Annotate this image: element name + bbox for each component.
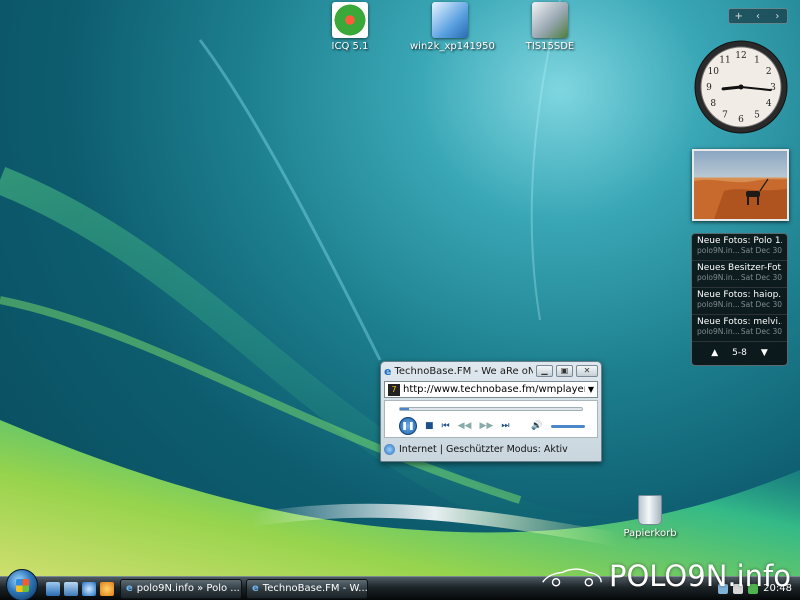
clock-numeral: 3 [770, 83, 776, 93]
setup-icon [532, 2, 568, 38]
desktop-icon-tis15sde[interactable]: TIS15SDE [510, 2, 590, 52]
dropdown-arrow-icon[interactable]: ▼ [588, 385, 594, 394]
feed-date: Sat Dec 30 [740, 327, 782, 336]
feed-date: Sat Dec 30 [740, 300, 782, 309]
site-favicon-icon: 7 [388, 383, 400, 396]
feed-item[interactable]: Neue Fotos: melvi... polo9N.in... Sat Dec… [692, 315, 787, 342]
start-button[interactable] [6, 568, 38, 600]
browser-window[interactable]: e TechnoBase.FM - We aRe oN... ▁ ▣ ✕ 7 h… [380, 361, 602, 462]
feed-source: polo9N.in... [697, 246, 740, 255]
task-label: TechnoBase.FM - W... [262, 583, 368, 594]
feed-source: polo9N.in... [697, 300, 740, 309]
feed-range: 5-8 [732, 348, 747, 358]
recycle-bin-icon [638, 495, 662, 525]
seek-bar[interactable] [399, 407, 583, 411]
installer-icon [432, 2, 468, 38]
fast-forward-button[interactable]: ▶▶ [479, 421, 493, 431]
pause-button[interactable]: ❚❚ [399, 417, 417, 435]
clock-numeral: 12 [735, 51, 746, 61]
slideshow-gadget[interactable] [692, 149, 789, 221]
feed-date: Sat Dec 30 [740, 273, 782, 282]
next-page-button[interactable]: › [768, 11, 787, 22]
feed-date: Sat Dec 30 [740, 246, 782, 255]
ie-icon: e [252, 583, 259, 594]
media-player-icon[interactable] [100, 581, 114, 596]
stop-button[interactable]: ■ [425, 421, 434, 431]
desktop-icon-label: TIS15SDE [525, 41, 575, 52]
clock-numeral: 10 [708, 67, 720, 77]
prev-page-button[interactable]: ‹ [748, 11, 767, 22]
recycle-bin[interactable]: Papierkorb [622, 495, 678, 539]
globe-icon [384, 443, 395, 455]
watermark-text: POLO9N.info [608, 559, 791, 593]
rewind-button[interactable]: ◀◀ [458, 421, 472, 431]
restore-button[interactable]: ▣ [556, 365, 573, 377]
seek-fill [400, 408, 410, 410]
slideshow-photo [694, 178, 787, 219]
volume-slider[interactable] [550, 424, 585, 428]
clock-numeral: 8 [710, 99, 716, 109]
car-logo-icon [542, 568, 602, 587]
ie-icon: e [126, 583, 133, 594]
desktop-icon-win2k[interactable]: win2k_xp141950 [410, 2, 495, 52]
clock-numeral: 11 [719, 55, 730, 65]
icq-flower-icon [332, 2, 368, 38]
taskbar-task-technobase[interactable]: e TechnoBase.FM - W... [246, 578, 368, 599]
feed-title: Neue Fotos: melvi... [697, 317, 782, 327]
clock-numeral: 6 [738, 115, 744, 125]
desktop-icon-label: ICQ 5.1 [331, 41, 369, 52]
clock-numeral: 4 [766, 99, 772, 109]
window-titlebar[interactable]: e TechnoBase.FM - We aRe oN... ▁ ▣ ✕ [381, 362, 601, 380]
desktop-icon-icq[interactable]: ICQ 5.1 [310, 2, 390, 52]
clock-numeral: 9 [706, 83, 712, 93]
clock-hour-hand [721, 85, 743, 91]
previous-button[interactable]: ⏮ [442, 421, 450, 431]
task-label: polo9N.info » Polo ... [136, 583, 240, 594]
window-title: TechnoBase.FM - We aRe oN... [394, 365, 533, 377]
add-gadget-button[interactable]: + [729, 11, 748, 22]
feed-down-icon[interactable]: ▼ [761, 348, 768, 358]
feed-item[interactable]: Neue Fotos: Polo 1... polo9N.in... Sat De… [692, 234, 787, 261]
volume-icon[interactable]: 🔊 [531, 421, 542, 431]
internet-explorer-icon[interactable] [82, 581, 96, 596]
feed-source: polo9N.in... [697, 273, 740, 282]
desktop-icon-label: win2k_xp141950 [410, 41, 495, 52]
feed-source: polo9N.in... [697, 327, 740, 336]
wallpaper [0, 0, 800, 600]
clock-numeral: 7 [722, 111, 728, 121]
clock-numeral: 1 [754, 55, 760, 65]
quick-launch [46, 581, 114, 596]
feed-title: Neues Besitzer-Fot... [697, 263, 782, 273]
clock-numeral: 5 [754, 111, 760, 121]
watermark: POLO9N.info [541, 556, 791, 596]
media-player: ❚❚ ■ ⏮ ◀◀ ▶▶ ⏭ 🔊 [384, 400, 598, 438]
status-text: Internet | Geschützter Modus: Aktiv [399, 443, 568, 455]
address-url: http://www.technobase.fm/wmplayer.php? [403, 384, 585, 395]
feed-title: Neue Fotos: Polo 1... [697, 236, 782, 246]
show-desktop-icon[interactable] [46, 581, 60, 596]
switch-windows-icon[interactable] [64, 581, 78, 596]
status-bar: Internet | Geschützter Modus: Aktiv [384, 441, 598, 457]
feed-title: Neue Fotos: haiop... [697, 290, 782, 300]
close-button[interactable]: ✕ [576, 365, 598, 377]
feed-item[interactable]: Neues Besitzer-Fot... polo9N.in... Sat De… [692, 261, 787, 288]
recycle-bin-label: Papierkorb [623, 528, 677, 539]
feed-item[interactable]: Neue Fotos: haiop... polo9N.in... Sat Dec… [692, 288, 787, 315]
address-bar[interactable]: 7 http://www.technobase.fm/wmplayer.php?… [384, 381, 598, 398]
feed-up-icon[interactable]: ▲ [711, 348, 718, 358]
sidebar-controls: + ‹ › [728, 8, 788, 24]
next-button[interactable]: ⏭ [501, 421, 509, 431]
clock-numeral: 2 [766, 67, 772, 77]
ie-icon: e [384, 364, 392, 378]
clock-gadget[interactable]: 12 12 3 45678 9 10 11 [693, 37, 789, 137]
feed-pager: ▲ 5-8 ▼ [692, 342, 787, 364]
minimize-button[interactable]: ▁ [536, 365, 553, 377]
feed-headlines-gadget: Neue Fotos: Polo 1... polo9N.in... Sat De… [691, 233, 788, 366]
taskbar-task-polo9n[interactable]: e polo9N.info » Polo ... [120, 578, 242, 599]
